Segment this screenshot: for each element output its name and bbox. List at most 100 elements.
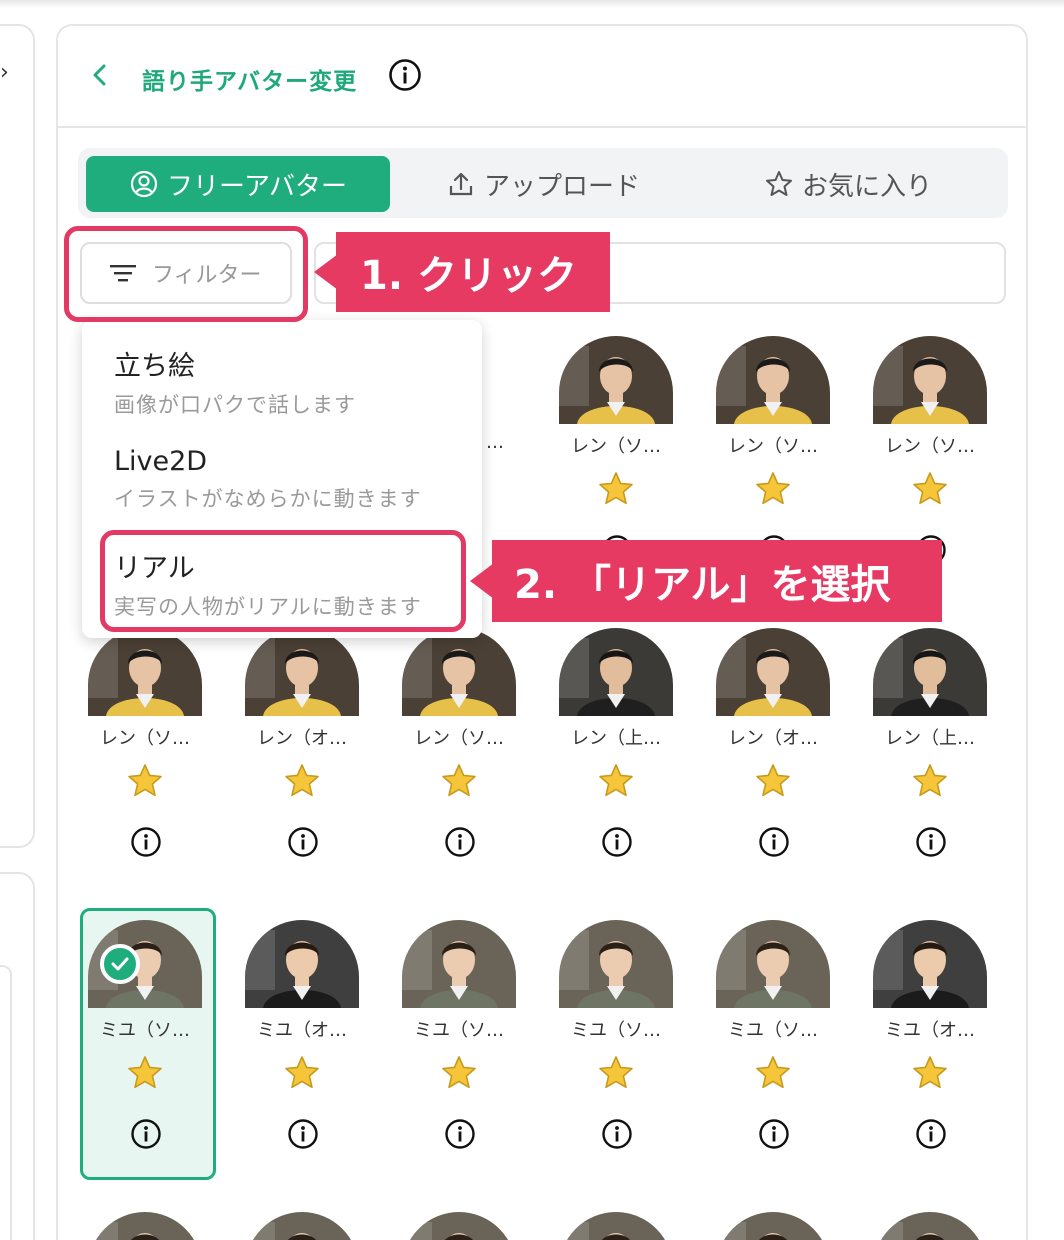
avatar-portrait	[402, 1212, 516, 1240]
info-icon[interactable]	[601, 1118, 633, 1150]
avatar-portrait	[716, 336, 830, 424]
option-description: イラストがなめらかに動きます	[114, 487, 422, 511]
favorite-star-icon[interactable]	[126, 762, 164, 800]
avatar-thumbnail[interactable]	[873, 1212, 987, 1240]
avatar-change-panel: 語り手アバター変更 フリーアバター アップロード お気に入り フィルター 立ち絵…	[56, 24, 1028, 1240]
info-icon[interactable]	[444, 1118, 476, 1150]
avatar-thumbnail[interactable]	[559, 1212, 673, 1240]
favorite-star-icon[interactable]	[597, 470, 635, 508]
avatar-name: レン（上…	[885, 728, 975, 749]
avatar-source-tabs: フリーアバター アップロード お気に入り	[78, 148, 1008, 218]
avatar-thumbnail[interactable]	[716, 920, 830, 1008]
info-icon[interactable]	[444, 826, 476, 858]
filter-option-tachie[interactable]: 立ち絵 画像が口パクで話します	[114, 344, 356, 419]
avatar-thumbnail[interactable]	[402, 920, 516, 1008]
avatar-thumbnail[interactable]	[716, 1212, 830, 1240]
selected-check-icon	[100, 944, 140, 984]
avatar-card[interactable]: ミユ（ソ…	[394, 920, 524, 1190]
tab-upload[interactable]: アップロード	[408, 156, 678, 212]
avatar-thumbnail[interactable]	[245, 920, 359, 1008]
user-circle-icon	[130, 170, 158, 198]
favorite-star-icon[interactable]	[911, 1054, 949, 1092]
avatar-name: レン（オ…	[257, 728, 347, 749]
info-icon[interactable]	[915, 1118, 947, 1150]
favorite-star-icon[interactable]	[597, 762, 635, 800]
avatar-name: レン（ソ…	[728, 436, 818, 457]
avatar-card[interactable]: ミユ（オ…	[237, 920, 367, 1190]
avatar-thumbnail[interactable]	[559, 336, 673, 424]
favorite-star-icon[interactable]	[283, 1054, 321, 1092]
info-icon[interactable]	[388, 58, 422, 92]
step2-text: 2. 「リアル」を選択	[514, 562, 891, 608]
avatar-portrait	[716, 1212, 830, 1240]
favorite-star-icon[interactable]	[911, 470, 949, 508]
avatar-name: レン（上…	[571, 728, 661, 749]
info-icon[interactable]	[130, 826, 162, 858]
avatar-card[interactable]: ミユ（ソ…	[708, 920, 838, 1190]
avatar-card[interactable]: ミユ（ソ…	[551, 920, 681, 1190]
avatar-thumbnail[interactable]	[402, 628, 516, 716]
avatar-card[interactable]: レン（上…	[551, 628, 681, 898]
avatar-thumbnail[interactable]	[559, 920, 673, 1008]
upload-icon	[449, 172, 473, 196]
avatar-portrait	[402, 628, 516, 716]
avatar-thumbnail[interactable]	[716, 628, 830, 716]
tab-label: アップロード	[483, 171, 640, 202]
favorite-star-icon[interactable]	[440, 1054, 478, 1092]
avatar-name: レン（ソ…	[414, 728, 504, 749]
avatar-thumbnail[interactable]	[716, 336, 830, 424]
info-icon[interactable]	[758, 826, 790, 858]
left-side-card-inner	[0, 965, 12, 1240]
avatar-card[interactable]: レン（上…	[865, 628, 995, 898]
option-title: Live2D	[114, 446, 208, 477]
avatar-portrait	[402, 920, 516, 1008]
avatar-thumbnail[interactable]	[559, 628, 673, 716]
tab-label: フリーアバター	[167, 171, 347, 202]
chevron-left-icon[interactable]	[86, 60, 116, 90]
page-title: 語り手アバター変更	[142, 69, 358, 95]
avatar-thumbnail[interactable]	[873, 920, 987, 1008]
info-icon[interactable]	[287, 1118, 319, 1150]
collapse-arrow-icon[interactable]: ›	[0, 60, 9, 85]
avatar-thumbnail[interactable]	[88, 1212, 202, 1240]
info-icon[interactable]	[130, 1118, 162, 1150]
filter-option-live2d[interactable]: Live2D イラストがなめらかに動きます	[114, 446, 422, 513]
avatar-portrait	[88, 1212, 202, 1240]
favorite-star-icon[interactable]	[597, 1054, 635, 1092]
avatar-card[interactable]: ミユ（オ…	[865, 920, 995, 1190]
avatar-thumbnail[interactable]	[245, 628, 359, 716]
avatar-card[interactable]: レン（オ…	[708, 628, 838, 898]
avatar-thumbnail[interactable]	[873, 628, 987, 716]
favorite-star-icon[interactable]	[754, 762, 792, 800]
avatar-portrait	[716, 628, 830, 716]
favorite-star-icon[interactable]	[283, 762, 321, 800]
avatar-thumbnail[interactable]	[245, 1212, 359, 1240]
avatar-thumbnail[interactable]	[402, 1212, 516, 1240]
avatar-card[interactable]: レン（ソ…	[394, 628, 524, 898]
tab-favorites[interactable]: お気に入り	[698, 156, 998, 212]
favorite-star-icon[interactable]	[126, 1054, 164, 1092]
star-outline-icon	[765, 171, 792, 196]
info-icon[interactable]	[601, 826, 633, 858]
avatar-portrait	[559, 1212, 673, 1240]
avatar-card[interactable]: レン（オ…	[237, 628, 367, 898]
highlight-real-option	[100, 530, 466, 632]
avatar-portrait	[245, 628, 359, 716]
avatar-portrait	[559, 628, 673, 716]
avatar-card[interactable]: レン（ソ…	[80, 628, 210, 898]
avatar-name: ミユ（ソ…	[728, 1020, 818, 1041]
avatar-name: ミユ（ソ…	[571, 1020, 661, 1041]
info-icon[interactable]	[287, 826, 319, 858]
highlight-filter-button	[64, 226, 308, 322]
avatar-name: レン（オ…	[728, 728, 818, 749]
avatar-card[interactable]: ミユ（ソ…	[80, 908, 216, 1190]
favorite-star-icon[interactable]	[440, 762, 478, 800]
tab-free-avatar[interactable]: フリーアバター	[86, 156, 390, 212]
avatar-thumbnail[interactable]	[88, 628, 202, 716]
avatar-thumbnail[interactable]	[873, 336, 987, 424]
info-icon[interactable]	[915, 826, 947, 858]
favorite-star-icon[interactable]	[754, 1054, 792, 1092]
favorite-star-icon[interactable]	[911, 762, 949, 800]
favorite-star-icon[interactable]	[754, 470, 792, 508]
info-icon[interactable]	[758, 1118, 790, 1150]
